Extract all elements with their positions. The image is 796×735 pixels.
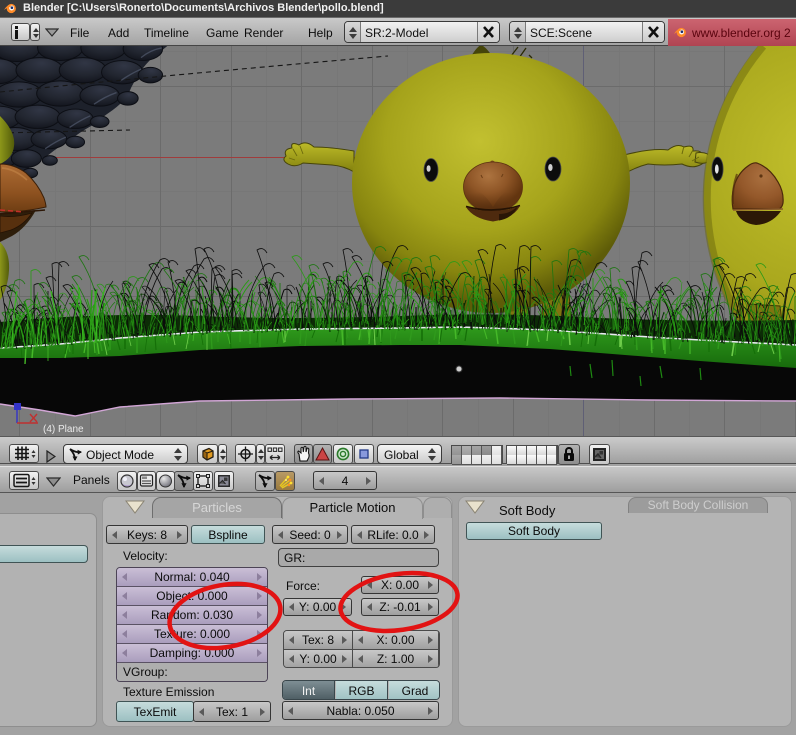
svg-text:(4) Plane: (4) Plane [43, 424, 84, 435]
